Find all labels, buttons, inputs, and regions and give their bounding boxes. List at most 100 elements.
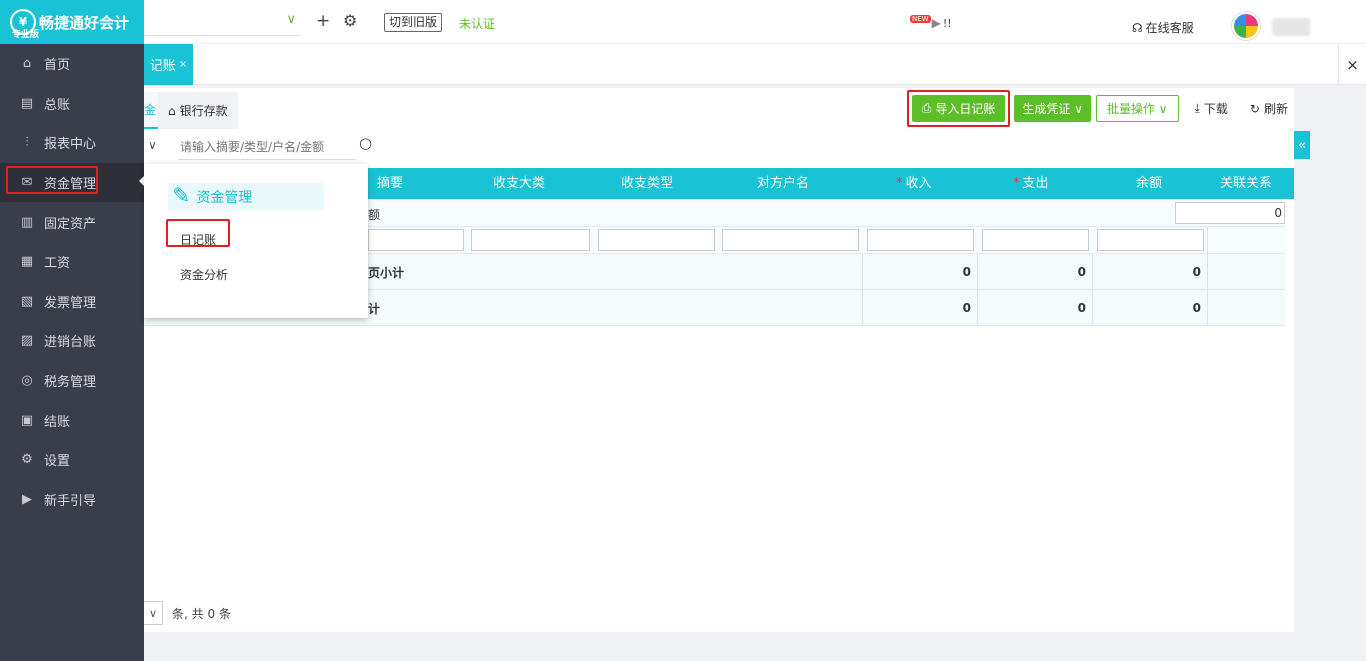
opening-balance-input[interactable]: 0 xyxy=(1175,202,1285,224)
balance-field[interactable] xyxy=(1097,229,1204,251)
close-all-tabs-button[interactable]: × xyxy=(1338,44,1366,85)
download-icon: ⤓ xyxy=(1194,101,1200,115)
brand-name: 畅捷通好会计 xyxy=(39,13,130,32)
button-label: 下载 xyxy=(1203,102,1228,116)
sidebar-item-label: 工资 xyxy=(44,256,71,272)
chart-icon: ⫶ xyxy=(25,135,29,151)
type-field[interactable] xyxy=(598,229,715,251)
required-mark: * xyxy=(896,176,903,191)
subtotal-income: 0 xyxy=(862,254,977,290)
col-label: 支出 xyxy=(1022,176,1049,191)
inventory-icon: ▨ xyxy=(20,333,34,349)
sidebar-item-label: 结账 xyxy=(44,414,71,430)
tab-cash[interactable]: 金 xyxy=(144,92,158,129)
category-field[interactable] xyxy=(471,229,590,251)
sidebar-nav: ⌂ 首页 ▤ 总账 ⫶ 报表中心 ✉ 资金管理 ▥ 固定资产 ▦ 工资 ▧ 发票管理 ▨ 进销台… xyxy=(0,44,145,520)
col-counterparty: 对方户名 xyxy=(757,176,810,191)
online-service-label: 在线客服 xyxy=(1145,21,1194,35)
sidebar-item-funds[interactable]: ✉ 资金管理 xyxy=(0,162,145,203)
chevron-down-icon[interactable]: ∨ xyxy=(148,138,157,152)
col-balance: 余额 xyxy=(1136,176,1163,191)
bank-icon: ⌂ xyxy=(168,103,176,118)
highlight-box xyxy=(6,165,98,194)
submenu-item-label: 资金分析 xyxy=(180,268,229,282)
total-label: 计 xyxy=(368,302,381,316)
online-service-link[interactable]: ☊ 在线客服 xyxy=(1132,19,1194,36)
play-icon: ▶ xyxy=(22,491,32,507)
tab-bank-deposit[interactable]: ⌂ 银行存款 xyxy=(158,92,238,129)
sidebar-item-label: 发票管理 xyxy=(44,295,97,311)
col-summary: 摘要 xyxy=(377,176,404,191)
submenu-item-fund-analysis[interactable]: 资金分析 xyxy=(180,266,228,283)
total-balance: 0 xyxy=(1092,290,1207,326)
divider xyxy=(1207,254,1208,290)
total-income: 0 xyxy=(862,290,977,326)
add-icon[interactable]: + xyxy=(316,12,330,30)
sidebar-item-label: 税务管理 xyxy=(44,375,97,391)
username[interactable] xyxy=(1272,18,1310,36)
gear-icon: ⚙ xyxy=(21,452,33,468)
refresh-button[interactable]: ↻ 刷新 xyxy=(1250,100,1288,117)
sidebar: ¥ 畅捷通好会计 专业版 ⌂ 首页 ▤ 总账 ⫶ 报表中心 ✉ 资金管理 ▥ 固定资产 ▦… xyxy=(0,0,145,661)
close-icon[interactable]: × xyxy=(179,59,187,70)
gear-icon[interactable]: ⚙ xyxy=(343,11,357,30)
sidebar-item-guide[interactable]: ▶ 新手引导 xyxy=(0,480,144,520)
sidebar-item-tax[interactable]: ◎ 税务管理 xyxy=(0,361,144,401)
submenu-header: ✎ 资金管理 xyxy=(168,183,324,210)
sidebar-item-reports[interactable]: ⫶ 报表中心 xyxy=(0,123,144,163)
sidebar-item-label: 总账 xyxy=(44,97,71,113)
download-button[interactable]: ⤓ 下载 xyxy=(1195,100,1228,117)
summary-field[interactable] xyxy=(368,229,464,251)
sidebar-item-invoices[interactable]: ▧ 发票管理 xyxy=(0,282,144,322)
subtotal-label: 页小计 xyxy=(368,266,405,280)
divider xyxy=(1207,227,1208,254)
payroll-icon: ▦ xyxy=(20,254,34,270)
unverified-status[interactable]: 未认证 xyxy=(459,15,495,32)
sidebar-item-label: 新手引导 xyxy=(44,493,97,509)
expand-panel-button[interactable]: « xyxy=(1294,131,1310,159)
avatar[interactable] xyxy=(1232,12,1260,40)
switch-old-version-button[interactable]: 切到旧版 xyxy=(384,13,443,32)
sidebar-item-payroll[interactable]: ▦ 工资 xyxy=(0,242,144,282)
tab-label: 金 xyxy=(144,103,157,117)
counterparty-field[interactable] xyxy=(722,229,859,251)
search-icon[interactable]: ○ xyxy=(359,134,372,152)
app-logo[interactable]: ¥ 畅捷通好会计 专业版 xyxy=(0,0,144,44)
sidebar-item-home[interactable]: ⌂ 首页 xyxy=(0,44,144,84)
tax-icon: ◎ xyxy=(21,373,33,389)
building-icon: ▥ xyxy=(20,214,34,230)
sidebar-item-inventory[interactable]: ▨ 进销台账 xyxy=(0,321,144,361)
batch-operation-button[interactable]: 批量操作 ∨ xyxy=(1095,95,1179,122)
highlight-box xyxy=(166,219,230,247)
pagination-summary: 条, 共 0 条 xyxy=(172,606,231,621)
page-size-select[interactable]: ∨ xyxy=(144,601,163,625)
sidebar-item-label: 进销台账 xyxy=(44,335,97,351)
sidebar-item-label: 设置 xyxy=(44,454,71,470)
required-mark: * xyxy=(1013,176,1020,191)
ledger-icon: ▤ xyxy=(20,95,34,111)
sidebar-item-closing[interactable]: ▣ 结账 xyxy=(0,400,144,440)
col-relation: 关联关系 xyxy=(1220,176,1273,191)
divider xyxy=(1207,290,1208,326)
expense-field[interactable] xyxy=(982,229,1089,251)
col-expense: * 支出 xyxy=(1013,168,1049,199)
generate-voucher-button[interactable]: 生成凭证 ∨ xyxy=(1014,95,1091,122)
new-video-link[interactable]: NEW ▶ !! xyxy=(910,15,952,30)
document-icon: ✎ xyxy=(172,183,191,209)
refresh-icon: ↻ xyxy=(1249,101,1260,116)
sidebar-item-label: 报表中心 xyxy=(44,137,97,153)
new-badge: NEW xyxy=(910,15,931,23)
search-input[interactable] xyxy=(178,134,356,160)
button-label: 刷新 xyxy=(1263,102,1288,116)
sidebar-item-ledger[interactable]: ▤ 总账 xyxy=(0,84,144,124)
top-header: ∨ + ⚙ 切到旧版 未认证 NEW ▶ !! ☊ 在线客服 xyxy=(144,0,1366,44)
subtotal-balance: 0 xyxy=(1092,254,1207,290)
import-journal-button[interactable]: ⎙ 导入日记账 xyxy=(906,90,1011,127)
tab-journal[interactable]: 记账 × xyxy=(144,44,193,85)
sidebar-item-settings[interactable]: ⚙ 设置 xyxy=(0,440,144,480)
company-select[interactable]: ∨ xyxy=(144,8,300,36)
opening-label: 额 xyxy=(368,208,381,222)
sidebar-item-fixed-assets[interactable]: ▥ 固定资产 xyxy=(0,202,144,242)
income-field[interactable] xyxy=(867,229,974,251)
submenu-item-journal[interactable]: 日记账 xyxy=(166,219,230,248)
